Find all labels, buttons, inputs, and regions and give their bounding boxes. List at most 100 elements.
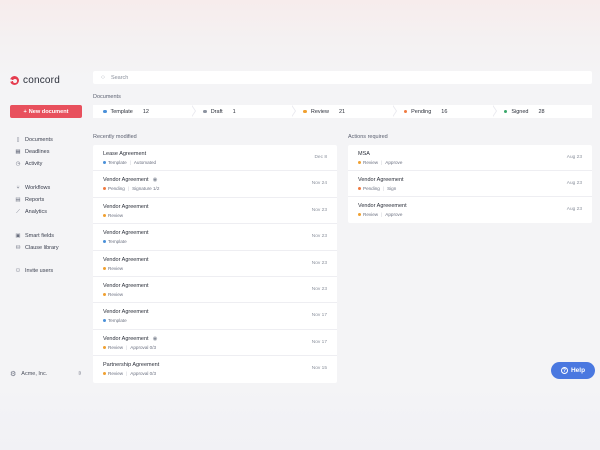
document-title: Vendor Agreement bbox=[103, 204, 149, 210]
status-dot bbox=[358, 213, 361, 216]
status-stage-template[interactable]: Template 12 bbox=[93, 105, 197, 118]
status-detail: Approve bbox=[385, 160, 403, 165]
status-label: Review bbox=[108, 265, 124, 271]
document-title-text: Vendor Agreement bbox=[103, 177, 149, 184]
sidebar-item-deadlines[interactable]: ▦ Deadlines bbox=[15, 146, 53, 158]
document-icon: ▯ bbox=[16, 137, 20, 144]
recently-modified-list: Lease Agreement Template | Automated Dec 8 Ve… bbox=[93, 145, 337, 383]
search-bar[interactable]: ○ bbox=[93, 71, 592, 84]
status-dot bbox=[103, 319, 106, 323]
document-date: Dec 8 bbox=[314, 155, 327, 160]
status-dot bbox=[403, 109, 408, 114]
meta-separator: | bbox=[381, 212, 383, 217]
concord-logo-icon bbox=[10, 76, 19, 85]
document-date: Aug 23 bbox=[566, 181, 582, 186]
sidebar-item-workflows[interactable]: ⑂ Workflows bbox=[15, 182, 50, 194]
status-stage-review[interactable]: Review 21 bbox=[291, 105, 397, 118]
help-label: Help bbox=[570, 367, 586, 374]
document-meta: Template bbox=[103, 239, 127, 244]
sidebar-item-label: Reports bbox=[25, 197, 45, 204]
document-date: Nov 23 bbox=[311, 207, 327, 213]
list-item[interactable]: Vendor Agreement ◉ Pending | Signature 1/2 No… bbox=[93, 171, 337, 198]
document-title: Vendor Agreement ◉ bbox=[103, 336, 157, 342]
document-date: Nov 17 bbox=[311, 313, 327, 319]
document-title-text: Vendor Agreement bbox=[103, 309, 149, 316]
document-meta: Template bbox=[103, 318, 127, 323]
list-item[interactable]: Vendor Agreement Pending | Sign Aug 23 bbox=[348, 171, 592, 197]
list-item[interactable]: Vendor Agreement Review Nov 23 bbox=[93, 251, 337, 277]
stage-label: Signed bbox=[511, 108, 529, 115]
sidebar-item-label: Activity bbox=[25, 161, 43, 168]
document-date: Nov 23 bbox=[311, 286, 327, 292]
sidebar-nav-group: ⑂ Workflows ▤ Reports ⟋ Analytics bbox=[15, 182, 50, 219]
stage-label: Pending bbox=[411, 108, 432, 115]
sidebar-item-invite-users[interactable]: ⚇ Invite users bbox=[15, 265, 54, 277]
list-item[interactable]: Vendor Agreement Review Nov 23 bbox=[93, 277, 337, 304]
library-icon: ⛁ bbox=[15, 245, 21, 252]
list-item[interactable]: Lease Agreement Template | Automated Dec 8 bbox=[93, 145, 337, 172]
documents-section-title: Documents bbox=[93, 94, 121, 100]
sidebar-item-label: Deadlines bbox=[25, 149, 50, 156]
meta-separator: | bbox=[127, 186, 130, 192]
sidebar-item-activity[interactable]: ◷ Activity bbox=[15, 158, 53, 170]
document-title: MSA bbox=[358, 151, 370, 157]
status-dot bbox=[103, 292, 106, 296]
sidebar-item-clause-library[interactable]: ⛁ Clause library bbox=[15, 242, 59, 254]
document-meta: Review bbox=[103, 213, 123, 218]
help-icon: ? bbox=[560, 367, 568, 374]
help-button[interactable]: ? Help bbox=[551, 362, 595, 379]
org-switcher[interactable]: ⚙ Acme, Inc. ⇳ bbox=[10, 370, 82, 378]
status-dot bbox=[358, 187, 361, 190]
status-stage-draft[interactable]: Draft 1 bbox=[191, 105, 297, 118]
document-title-text: MSA bbox=[358, 151, 370, 157]
list-item[interactable]: Vendor Agreeement Review | Approve Aug 23 bbox=[348, 197, 592, 223]
app-logo[interactable]: concord bbox=[10, 75, 60, 86]
document-meta: Review bbox=[103, 292, 123, 297]
sidebar-item-reports[interactable]: ▤ Reports bbox=[15, 194, 50, 206]
document-title: Vendor Agreement ◉ bbox=[103, 177, 157, 183]
app-name: concord bbox=[23, 75, 60, 86]
list-item[interactable]: Vendor Agreement Template Nov 23 bbox=[93, 224, 337, 251]
stage-count: 28 bbox=[538, 108, 545, 115]
search-input[interactable] bbox=[110, 74, 511, 81]
status-stage-signed[interactable]: Signed 28 bbox=[491, 105, 593, 118]
sidebar-item-label: Smart fields bbox=[25, 233, 55, 240]
document-title: Vendor Agreeement bbox=[358, 203, 407, 209]
status-label: Review bbox=[108, 291, 124, 297]
chevron-updown-icon: ⇳ bbox=[77, 371, 82, 377]
document-title: Vendor Agreement bbox=[103, 309, 149, 315]
sidebar-nav-group: ⚇ Invite users bbox=[15, 265, 54, 277]
list-item[interactable]: Vendor Agreement Template Nov 17 bbox=[93, 303, 337, 330]
document-title-text: Vendor Agreement bbox=[103, 335, 149, 342]
sidebar-item-documents[interactable]: ▯ Documents bbox=[15, 134, 53, 146]
list-item[interactable]: Vendor Agreement ◉ Review | Approval 0/3 Nov … bbox=[93, 330, 337, 357]
status-dot bbox=[103, 345, 106, 349]
new-document-button[interactable]: + New document bbox=[10, 105, 82, 118]
document-meta: Pending | Sign bbox=[358, 186, 396, 191]
new-document-label: New document bbox=[28, 108, 69, 115]
list-item[interactable]: Partnership Agreement Review | Approval 0/3… bbox=[93, 356, 337, 382]
sidebar-item-analytics[interactable]: ⟋ Analytics bbox=[15, 206, 50, 218]
stage-count: 16 bbox=[441, 108, 448, 115]
list-item[interactable]: MSA Review | Approve Aug 23 bbox=[348, 145, 592, 171]
stage-label: Template bbox=[110, 108, 133, 115]
fields-icon: ▣ bbox=[15, 233, 21, 240]
sidebar-item-label: Documents bbox=[25, 137, 53, 144]
calendar-icon: ▦ bbox=[15, 149, 21, 156]
report-icon: ▤ bbox=[15, 197, 21, 204]
document-title: Lease Agreement bbox=[103, 151, 146, 157]
status-dot bbox=[203, 109, 207, 114]
document-title-text: Vendor Agreement bbox=[103, 230, 149, 237]
sidebar-item-label: Clause library bbox=[25, 245, 59, 252]
list-item[interactable]: Vendor Agreement Review Nov 23 bbox=[93, 198, 337, 225]
status-stage-pending[interactable]: Pending 16 bbox=[391, 105, 498, 118]
org-name: Acme, Inc. bbox=[21, 371, 48, 377]
document-date: Nov 24 bbox=[311, 181, 327, 187]
status-detail: Approve bbox=[385, 212, 403, 217]
stage-count: 12 bbox=[142, 108, 149, 115]
sidebar-nav-group: ▣ Smart fields ⛁ Clause library bbox=[15, 230, 59, 254]
sidebar-item-smart-fields[interactable]: ▣ Smart fields bbox=[15, 230, 59, 242]
status-detail: Approval 0/3 bbox=[130, 344, 157, 350]
search-icon: ○ bbox=[101, 74, 105, 81]
status-detail: Automated bbox=[133, 160, 157, 165]
